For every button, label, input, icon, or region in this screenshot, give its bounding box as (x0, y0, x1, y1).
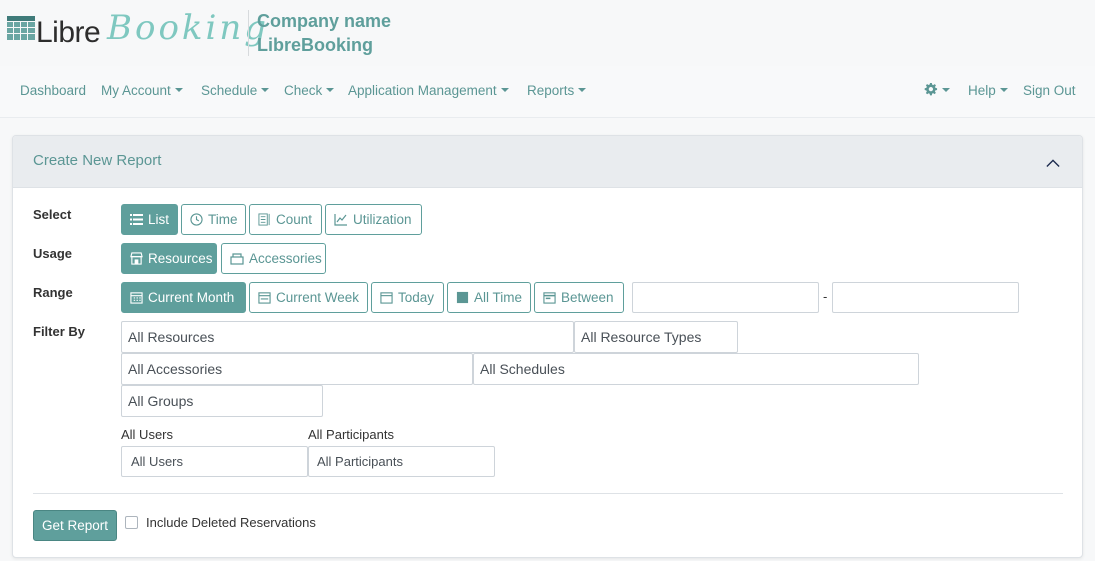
card-title: Create New Report (33, 152, 162, 169)
include-deleted-checkbox[interactable] (125, 516, 138, 529)
get-report-button[interactable]: Get Report (33, 510, 117, 541)
range-end-date-input[interactable] (832, 282, 1019, 313)
select-time-button[interactable]: Time (181, 204, 246, 235)
nav-application-management-label: Application Management (348, 83, 497, 98)
app-header: Libre Booking Company name LibreBooking (0, 0, 1095, 66)
groups-filter-select[interactable]: All Groups (121, 385, 323, 417)
accessories-filter-select[interactable]: All Accessories (121, 353, 473, 385)
resources-filter-select[interactable]: All Resources (121, 321, 574, 353)
calendar-grid-icon (7, 16, 35, 40)
calendar-month-icon (130, 292, 143, 304)
clock-icon (190, 213, 203, 226)
nav-sign-out[interactable]: Sign Out (1023, 83, 1076, 98)
range-between-label: Between (561, 290, 614, 305)
create-report-card: Create New Report Select List Time Count… (12, 135, 1083, 558)
chevron-up-icon[interactable] (1046, 156, 1060, 170)
box-icon (230, 252, 244, 265)
company-name: Company name LibreBooking (257, 9, 391, 57)
select-utilization-button[interactable]: Utilization (325, 204, 422, 235)
range-all-time-button[interactable]: All Time (447, 282, 531, 313)
users-filter-input[interactable]: All Users (121, 446, 308, 477)
range-current-month-button[interactable]: Current Month (121, 282, 246, 313)
calendar-range-icon (543, 292, 556, 304)
usage-resources-button[interactable]: Resources (121, 243, 217, 274)
caret-down-icon (261, 88, 270, 92)
range-current-month-label: Current Month (148, 290, 235, 305)
header-divider (248, 10, 249, 56)
select-list-label: List (148, 212, 170, 227)
tally-icon (258, 213, 270, 226)
caret-down-icon (999, 88, 1008, 92)
select-count-button[interactable]: Count (249, 204, 322, 235)
nav-schedule[interactable]: Schedule (201, 83, 270, 98)
company-line-1: Company name (257, 11, 392, 31)
nav-check-label: Check (284, 83, 323, 98)
nav-help-label: Help (968, 83, 996, 98)
range-current-week-button[interactable]: Current Week (249, 282, 368, 313)
main-nav: Dashboard My Account Schedule Check Appl… (0, 66, 1095, 118)
logo[interactable]: Libre Booking (7, 8, 266, 58)
range-between-button[interactable]: Between (534, 282, 624, 313)
gear-icon (924, 82, 938, 96)
caret-down-icon (326, 88, 335, 92)
storefront-icon (130, 252, 143, 265)
range-current-week-label: Current Week (276, 290, 360, 305)
users-filter-label: All Users (121, 427, 174, 442)
range-label: Range (33, 285, 73, 300)
nav-my-account[interactable]: My Account (101, 83, 183, 98)
select-utilization-label: Utilization (353, 212, 412, 227)
range-start-date-input[interactable] (632, 282, 819, 313)
range-today-label: Today (398, 290, 435, 305)
list-icon (130, 214, 143, 225)
line-chart-icon (334, 214, 347, 226)
usage-accessories-button[interactable]: Accessories (221, 243, 326, 274)
card-header: Create New Report (13, 136, 1082, 188)
nav-schedule-label: Schedule (201, 83, 258, 98)
range-all-time-label: All Time (474, 290, 523, 305)
nav-dashboard[interactable]: Dashboard (20, 83, 86, 98)
include-deleted-label[interactable]: Include Deleted Reservations (146, 515, 316, 530)
usage-resources-label: Resources (148, 251, 213, 266)
calendar-week-icon (258, 292, 271, 304)
caret-down-icon (942, 88, 950, 92)
resource-types-filter-select[interactable]: All Resource Types (574, 321, 738, 353)
calendar-filled-icon (456, 291, 469, 304)
participants-filter-label: All Participants (308, 427, 394, 442)
select-list-button[interactable]: List (121, 204, 178, 235)
nav-help[interactable]: Help (968, 83, 1008, 98)
nav-check[interactable]: Check (284, 83, 335, 98)
caret-down-icon (174, 88, 183, 92)
select-label: Select (33, 207, 72, 222)
nav-application-management[interactable]: Application Management (348, 83, 509, 98)
caret-down-icon (500, 88, 509, 92)
schedules-filter-select[interactable]: All Schedules (473, 353, 919, 385)
nav-my-account-label: My Account (101, 83, 171, 98)
nav-settings[interactable] (923, 82, 950, 98)
usage-label: Usage (33, 246, 73, 261)
range-today-button[interactable]: Today (371, 282, 444, 313)
filter-label: Filter By (33, 324, 86, 339)
logo-text-libre: Libre (36, 16, 101, 49)
form-divider (33, 493, 1063, 494)
select-time-label: Time (208, 212, 238, 227)
select-count-label: Count (276, 212, 313, 227)
usage-accessories-label: Accessories (249, 251, 322, 266)
range-separator: - (823, 289, 828, 304)
logo-text-booking: Booking (107, 8, 270, 48)
nav-reports-label: Reports (527, 83, 575, 98)
company-line-2: LibreBooking (257, 35, 373, 55)
caret-down-icon (578, 88, 587, 92)
nav-reports[interactable]: Reports (527, 83, 587, 98)
calendar-day-icon (380, 292, 393, 304)
participants-filter-input[interactable]: All Participants (308, 446, 495, 477)
